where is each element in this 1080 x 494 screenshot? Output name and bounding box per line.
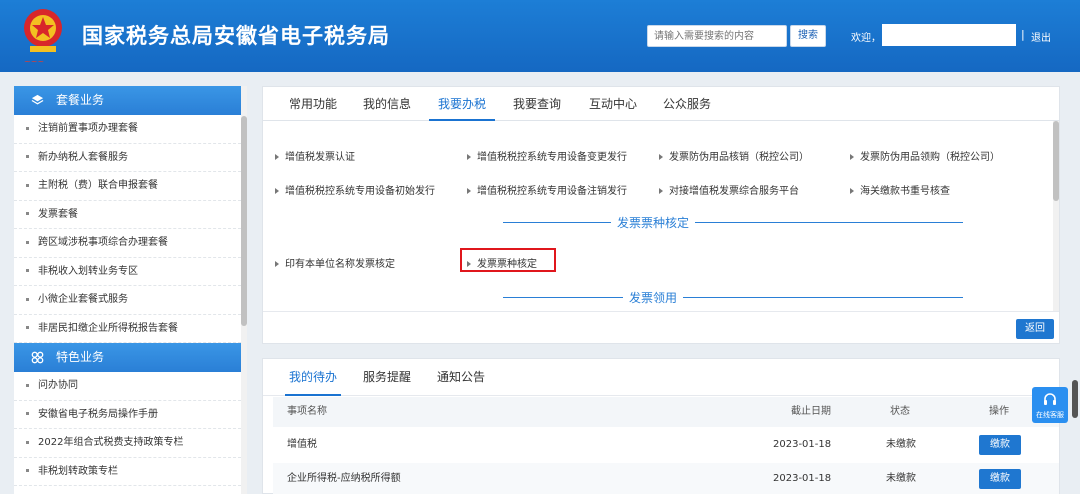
site-title: 国家税务总局安徽省电子税务局 bbox=[82, 24, 390, 48]
link-company-name-invoice[interactable]: 印有本单位名称发票核定 bbox=[275, 255, 395, 270]
link-anticounterfeit-writeoff[interactable]: 发票防伪用品核销（税控公司） bbox=[659, 148, 809, 163]
pay-button[interactable]: 缴款 bbox=[979, 435, 1021, 455]
welcome-text: 欢迎， bbox=[851, 33, 881, 44]
tab-my-todo[interactable]: 我的待办 bbox=[285, 359, 341, 396]
link-device-change[interactable]: 增值税税控系统专用设备变更发行 bbox=[467, 148, 627, 163]
search-button[interactable]: 搜索 bbox=[790, 25, 826, 47]
header-separator: | bbox=[1021, 28, 1025, 41]
sidebar-section-title: 特色业务 bbox=[56, 350, 105, 364]
username-field bbox=[882, 24, 1016, 46]
service-panel: 常用功能 我的信息 我要办税 我要查询 互动中心 公众服务 增值税发票认证 增值… bbox=[262, 86, 1060, 344]
sidebar-item[interactable]: 新办纳税人套餐服务 bbox=[14, 144, 241, 172]
todo-panel: 我的待办 服务提醒 通知公告 事项名称 截止日期 状态 操作 增值税 2023-… bbox=[262, 358, 1060, 494]
table-row: 增值税 2023-01-18 未缴款 缴款 bbox=[273, 429, 1059, 461]
col-action: 操作 bbox=[989, 406, 1009, 417]
tab-query[interactable]: 我要查询 bbox=[509, 87, 565, 121]
link-customs-check[interactable]: 海关缴款书重号核查 bbox=[850, 182, 950, 197]
tab-notice[interactable]: 通知公告 bbox=[433, 359, 489, 396]
sidebar-item[interactable]: 非税划转政策专栏 bbox=[14, 458, 241, 486]
highlight-box bbox=[460, 248, 556, 272]
online-service-label: 在线客服 bbox=[1036, 411, 1064, 419]
col-item-name: 事项名称 bbox=[287, 406, 327, 417]
sidebar-item[interactable]: 注销前置事项办理套餐 bbox=[14, 115, 241, 144]
sidebar-item[interactable]: 2022年组合式税费支持政策专栏 bbox=[14, 429, 241, 458]
sidebar-item[interactable]: 非居民扣缴企业所得税报告套餐 bbox=[14, 315, 241, 343]
section-title-invoice-collect: 发票领用 bbox=[623, 289, 684, 306]
link-device-cancel[interactable]: 增值税税控系统专用设备注销发行 bbox=[467, 182, 627, 197]
col-status: 状态 bbox=[890, 406, 910, 417]
section-divider bbox=[503, 222, 963, 223]
pay-button[interactable]: 缴款 bbox=[979, 469, 1021, 489]
back-button[interactable]: 返回 bbox=[1016, 319, 1054, 339]
sidebar-item[interactable]: 小微企业套餐式服务 bbox=[14, 286, 241, 315]
link-device-initial[interactable]: 增值税税控系统专用设备初始发行 bbox=[275, 182, 435, 197]
tax-emblem-logo: ~~~ bbox=[20, 6, 66, 66]
link-invoice-platform[interactable]: 对接增值税发票综合服务平台 bbox=[659, 182, 799, 197]
table-row: 企业所得税-应纳税所得额 2023-01-18 未缴款 缴款 bbox=[273, 463, 1059, 494]
section-divider bbox=[503, 297, 963, 298]
status-text: 未缴款 bbox=[886, 439, 916, 450]
svg-text:~~~: ~~~ bbox=[24, 57, 44, 66]
sidebar-item[interactable]: 主附税（费）联合申报套餐 bbox=[14, 172, 241, 201]
service-tabs: 常用功能 我的信息 我要办税 我要查询 互动中心 公众服务 bbox=[263, 87, 1059, 121]
sidebar: 套餐业务 注销前置事项办理套餐 新办纳税人套餐服务 主附税（费）联合申报套餐 发… bbox=[14, 86, 247, 494]
grid-icon bbox=[30, 351, 44, 365]
online-service-button[interactable]: 在线客服 bbox=[1032, 387, 1068, 423]
tab-interaction[interactable]: 互动中心 bbox=[585, 87, 641, 121]
sidebar-item[interactable]: 跨区域涉税事项综合办理套餐 bbox=[14, 229, 241, 258]
site-header: ~~~ 国家税务总局安徽省电子税务局 搜索 欢迎， | 退出 bbox=[0, 0, 1080, 72]
sidebar-scrollbar[interactable] bbox=[241, 86, 247, 494]
col-deadline: 截止日期 bbox=[791, 406, 831, 417]
table-header: 事项名称 截止日期 状态 操作 bbox=[273, 397, 1059, 427]
sidebar-item[interactable]: 问办协同 bbox=[14, 372, 241, 401]
section-title-invoice-type: 发票票种核定 bbox=[611, 214, 696, 231]
page-scrollbar-thumb[interactable] bbox=[1072, 380, 1078, 418]
tab-public-service[interactable]: 公众服务 bbox=[659, 87, 715, 121]
tab-tax-handling[interactable]: 我要办税 bbox=[429, 87, 495, 121]
logout-link[interactable]: 退出 bbox=[1031, 29, 1051, 44]
todo-tabs: 我的待办 服务提醒 通知公告 bbox=[263, 359, 1059, 396]
deadline: 2023-01-18 bbox=[773, 473, 832, 484]
link-vat-invoice-auth[interactable]: 增值税发票认证 bbox=[275, 148, 355, 163]
sidebar-item[interactable]: 安徽省电子税务局操作手册 bbox=[14, 401, 241, 429]
headset-icon bbox=[1032, 392, 1068, 408]
layers-icon bbox=[30, 94, 44, 108]
tab-common[interactable]: 常用功能 bbox=[285, 87, 341, 121]
link-anticounterfeit-purchase[interactable]: 发票防伪用品领购（税控公司） bbox=[850, 148, 1000, 163]
status-text: 未缴款 bbox=[886, 473, 916, 484]
sidebar-section-package[interactable]: 套餐业务 bbox=[14, 86, 247, 115]
sidebar-section-special[interactable]: 特色业务 bbox=[14, 343, 247, 372]
item-name: 增值税 bbox=[287, 439, 317, 450]
panel-scrollbar[interactable] bbox=[1053, 121, 1059, 311]
tab-service-reminder[interactable]: 服务提醒 bbox=[359, 359, 415, 396]
deadline: 2023-01-18 bbox=[773, 439, 832, 450]
item-name: 企业所得税-应纳税所得额 bbox=[287, 473, 401, 484]
tab-my-info[interactable]: 我的信息 bbox=[359, 87, 415, 121]
sidebar-item[interactable]: 发票套餐 bbox=[14, 201, 241, 229]
sidebar-item[interactable]: 非税收入划转业务专区 bbox=[14, 258, 241, 286]
sidebar-section-title: 套餐业务 bbox=[56, 93, 105, 107]
search-input[interactable] bbox=[647, 25, 787, 47]
